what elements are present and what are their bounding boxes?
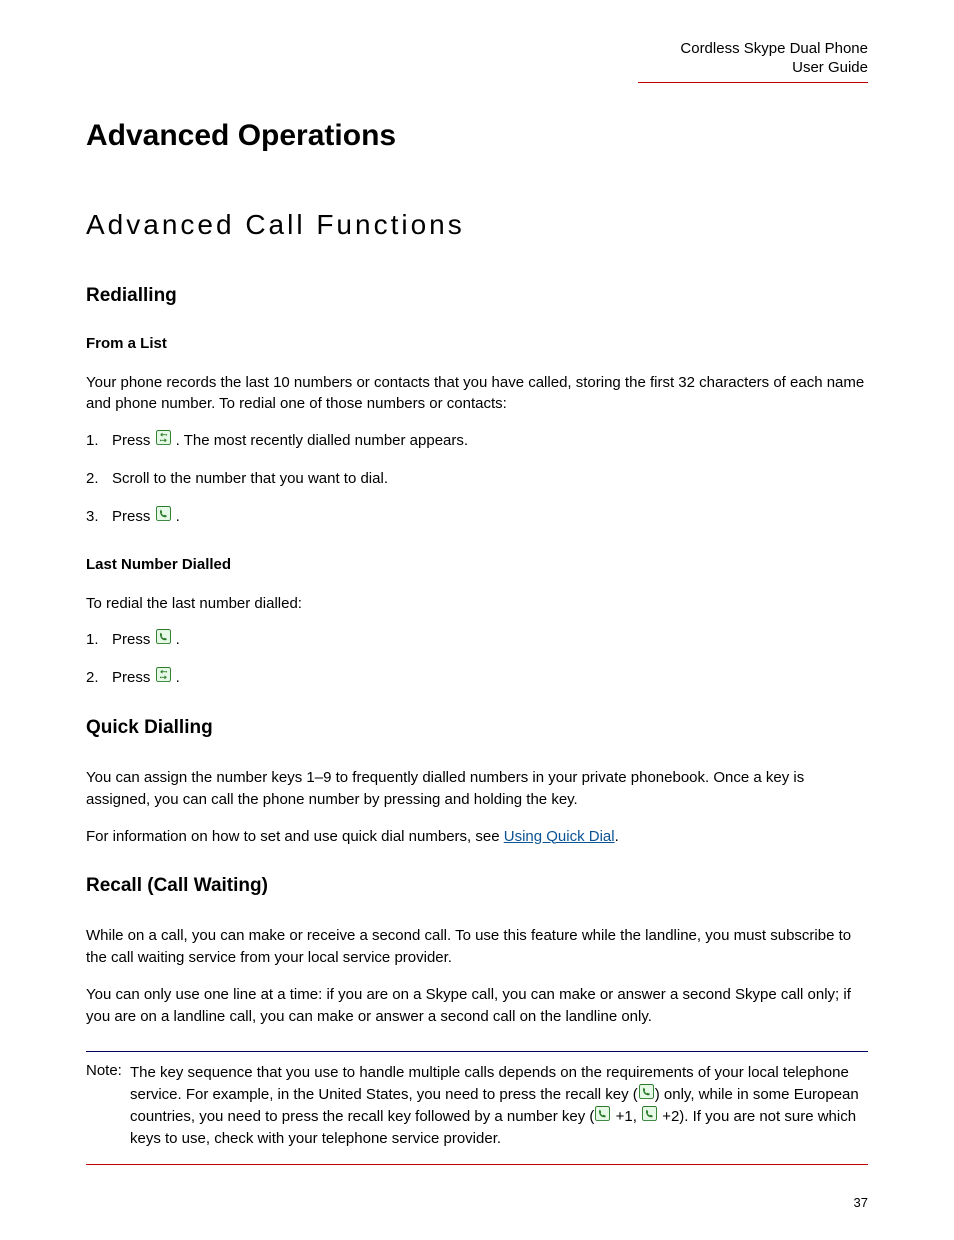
- last-number-steps: Press . Press .: [86, 629, 868, 689]
- step-text: Press: [112, 508, 155, 525]
- step-text: Press: [112, 669, 155, 686]
- quick-dialling-heading: Quick Dialling: [86, 717, 868, 739]
- running-header: Cordless Skype Dual Phone User Guide: [86, 40, 868, 78]
- step-text: . The most recently dialled number appea…: [172, 432, 469, 449]
- last-number-heading: Last Number Dialled: [86, 556, 868, 573]
- redial-key-icon: [156, 667, 171, 689]
- page-title-h1: Advanced Operations: [86, 119, 868, 153]
- last-number-step-1: Press .: [86, 629, 868, 651]
- step-text: .: [172, 508, 180, 525]
- call-key-icon: [642, 1106, 657, 1128]
- call-key-icon: [595, 1106, 610, 1128]
- note-body: The key sequence that you use to handle …: [130, 1062, 868, 1149]
- last-number-step-2: Press .: [86, 667, 868, 689]
- recall-heading: Recall (Call Waiting): [86, 875, 868, 897]
- header-rule: [638, 82, 868, 83]
- last-number-intro: To redial the last number dialled:: [86, 593, 868, 615]
- from-list-heading: From a List: [86, 335, 868, 352]
- paragraph-text: For information on how to set and use qu…: [86, 828, 504, 845]
- redial-key-icon: [156, 430, 171, 452]
- step-text: .: [172, 669, 180, 686]
- paragraph-text: .: [615, 828, 619, 845]
- page-number: 37: [854, 1195, 868, 1210]
- step-text: Press: [112, 631, 155, 648]
- from-list-steps: Press . The most recently dialled number…: [86, 430, 868, 528]
- section-title-h2: Advanced Call Functions: [86, 209, 868, 241]
- redialling-heading: Redialling: [86, 285, 868, 307]
- using-quick-dial-link[interactable]: Using Quick Dial: [504, 828, 615, 845]
- step-text: .: [172, 631, 180, 648]
- note-text: +1,: [611, 1108, 641, 1125]
- from-list-step-1: Press . The most recently dialled number…: [86, 430, 868, 452]
- call-key-icon: [639, 1084, 654, 1106]
- note-label: Note:: [86, 1062, 130, 1149]
- header-line-2: User Guide: [86, 59, 868, 78]
- from-list-step-3: Press .: [86, 506, 868, 528]
- header-line-1: Cordless Skype Dual Phone: [86, 40, 868, 59]
- quick-dialling-p2: For information on how to set and use qu…: [86, 826, 868, 848]
- call-key-icon: [156, 629, 171, 651]
- note-block: Note: The key sequence that you use to h…: [86, 1051, 868, 1164]
- from-list-intro: Your phone records the last 10 numbers o…: [86, 372, 868, 416]
- step-text: Press: [112, 432, 155, 449]
- from-list-step-2: Scroll to the number that you want to di…: [86, 468, 868, 490]
- recall-p1: While on a call, you can make or receive…: [86, 925, 868, 969]
- call-key-icon: [156, 506, 171, 528]
- document-page: Cordless Skype Dual Phone User Guide Adv…: [0, 0, 954, 1240]
- recall-p2: You can only use one line at a time: if …: [86, 984, 868, 1028]
- quick-dialling-p1: You can assign the number keys 1–9 to fr…: [86, 767, 868, 811]
